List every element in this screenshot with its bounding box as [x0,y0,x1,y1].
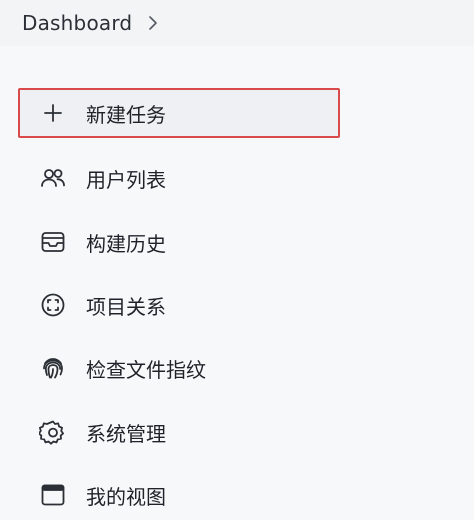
gear-icon [38,417,68,447]
menu-item-build-history[interactable]: 构建历史 [18,217,340,267]
menu-item-project-relations[interactable]: 项目关系 [18,280,340,330]
breadcrumb-dashboard[interactable]: Dashboard [22,11,132,35]
fingerprint-icon [38,353,68,383]
menu-item-my-views[interactable]: 我的视图 [18,470,340,520]
breadcrumb[interactable]: Dashboard [22,11,160,35]
inbox-icon [38,227,68,257]
chevron-right-icon[interactable] [146,14,160,32]
menu-item-label: 检查文件指纹 [86,357,206,382]
menu-item-system-management[interactable]: 系统管理 [18,407,340,457]
menu-item-check-fingerprint[interactable]: 检查文件指纹 [18,343,340,393]
menu-item-label: 用户列表 [86,167,166,192]
menu-item-label: 新建任务 [86,102,166,127]
menu-item-user-list[interactable]: 用户列表 [18,153,340,203]
menu-item-label: 项目关系 [86,294,166,319]
menu-item-label: 我的视图 [86,484,166,509]
menu-item-new-task[interactable]: 新建任务 [18,88,340,138]
window-icon [38,480,68,510]
users-icon [38,163,68,193]
top-bar: Dashboard [0,0,474,46]
focus-icon [38,290,68,320]
menu-item-label: 构建历史 [86,231,166,256]
menu-item-label: 系统管理 [86,421,166,446]
plus-icon [38,98,68,128]
